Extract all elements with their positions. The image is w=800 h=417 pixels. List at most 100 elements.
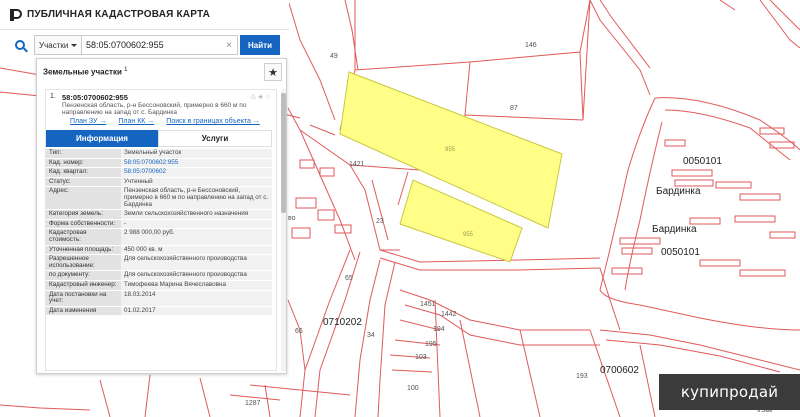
map-label-66: 66	[295, 328, 303, 335]
attribute-value[interactable]: 58:05:0700602:955	[121, 158, 272, 168]
attribute-row: Форма собственности: -	[46, 219, 272, 230]
results-count: 1	[124, 67, 128, 74]
attribute-key: Форма собственности:	[46, 219, 121, 229]
tab-information[interactable]: Информация	[46, 130, 158, 147]
map-label-0050101a: 0050101	[683, 156, 722, 167]
attribute-key: Тип:	[46, 149, 121, 158]
kupiprodai-watermark: купипродай	[659, 374, 800, 410]
map-label-194: 194	[433, 326, 445, 333]
attribute-value: Земли сельскохозяйственного назначения	[121, 210, 272, 219]
attribute-row: Разрешенное использование: Для сельскохоз…	[46, 255, 272, 272]
star-icon: ★	[268, 66, 278, 79]
attribute-value[interactable]: 58:05:0700602	[121, 168, 272, 177]
result-links: План ЗУ → План КК → Поиск в границах объ…	[46, 118, 276, 125]
attributes-table: Тип: Земельный участок Кад. номер: 58:05:07…	[46, 149, 272, 317]
map-label-1287: 1287	[245, 400, 261, 407]
attribute-key: Разрешенное использование:	[46, 255, 121, 271]
map-label-100: 100	[407, 385, 419, 392]
attribute-value: 18.03.2014	[121, 290, 272, 306]
attribute-key: Категория земель:	[46, 210, 121, 219]
result-tools-icons[interactable]: ⚠★☆	[250, 93, 272, 102]
map-label-49: 49	[330, 53, 338, 60]
attribute-key: по документу:	[46, 271, 121, 280]
results-panel: Земельные участки 1 ★ 1. 58:05:0700602:9…	[36, 58, 287, 374]
search-toggle-button[interactable]	[6, 34, 34, 56]
result-header: 1. 58:05:0700602:955 ⚠★☆	[46, 90, 276, 102]
attribute-value: Для сельскохозяйственного производства	[121, 255, 272, 271]
search-type-label: Участки	[39, 40, 69, 50]
map-label-87: 87	[510, 105, 518, 112]
map-label-34: 34	[367, 332, 375, 339]
attribute-row: Кадастровая стоимость: 2 988 000,00 руб.	[46, 229, 272, 246]
attribute-row: Дата изменения 01.02.2017	[46, 306, 272, 317]
attribute-row: Категория земель: Земли сельскохозяйствен…	[46, 210, 272, 220]
map-label-23: 23	[376, 218, 384, 225]
scrollbar-thumb[interactable]	[281, 93, 286, 213]
attribute-key: Кад. номер:	[46, 158, 121, 168]
map-label-0050101b: 0050101	[661, 247, 700, 258]
attribute-value: 01.02.2017	[121, 306, 272, 316]
map-label-65: 65	[345, 275, 353, 282]
map-label-195: 195	[425, 341, 437, 348]
panel-title-text: Земельные участки	[43, 67, 122, 77]
attribute-value: 2 988 000,00 руб.	[121, 229, 272, 245]
result-tabs: Информация Услуги	[46, 130, 272, 147]
favorite-button[interactable]: ★	[264, 63, 282, 81]
attribute-key: Статус:	[46, 177, 121, 187]
map-label-146: 146	[525, 42, 537, 49]
attribute-value: Тимофеева Марина Вячеславовна	[121, 280, 272, 290]
map-label-bardinka-1: Бардинка	[656, 186, 701, 197]
map-label-1442: 1442	[441, 311, 457, 318]
result-address: Пензенская область, р-н Бессоновский, пр…	[62, 102, 247, 116]
result-cadastral-number[interactable]: 58:05:0700602:955	[62, 93, 128, 102]
search-bar: Участки × Найти	[6, 34, 287, 56]
map-label-0710202: 0710202	[323, 317, 362, 328]
attribute-value: Земельный участок	[121, 149, 272, 158]
map-scale: 9.3км	[757, 408, 773, 414]
map-label-193: 193	[576, 373, 588, 380]
result-card: 1. 58:05:0700602:955 ⚠★☆ Пензенская обла…	[45, 89, 277, 371]
link-search-in-bounds[interactable]: Поиск в границах объекта →	[166, 118, 260, 125]
clear-icon[interactable]: ×	[224, 35, 234, 55]
attribute-value: -	[121, 219, 272, 229]
attribute-key: Кадастровый инженер:	[46, 280, 121, 290]
link-plan-zu[interactable]: План ЗУ →	[70, 118, 106, 125]
attribute-row: Кад. квартал: 58:05:0700602	[46, 168, 272, 178]
attribute-value: 450 000 кв. м	[121, 245, 272, 255]
attribute-row: Кад. номер: 58:05:0700602:955	[46, 158, 272, 169]
attribute-row: Уточненная площадь: 450 000 кв. м	[46, 245, 272, 256]
attribute-value: Учтенный	[121, 177, 272, 187]
app-title: ПУБЛИЧНАЯ КАДАСТРОВАЯ КАРТА	[27, 9, 211, 20]
attribute-key: Уточненная площадь:	[46, 245, 121, 255]
map-label-bo: во	[288, 215, 296, 222]
attribute-row: Дата постановки на учет: 18.03.2014	[46, 290, 272, 307]
search-input[interactable]	[82, 35, 238, 55]
attribute-value: Пензенская область, р-н Бессоновский, пр…	[121, 187, 272, 210]
panel-scrollbar[interactable]	[281, 89, 286, 371]
attribute-key: Кад. квартал:	[46, 168, 121, 177]
map-label-0700602: 0700602	[600, 365, 639, 376]
map-label-955b: 955	[463, 232, 474, 238]
map-label-bardinka-2: Бардинка	[652, 224, 697, 235]
attribute-row: Статус: Учтенный	[46, 177, 272, 188]
map-label-103: 103	[415, 354, 427, 361]
chevron-down-icon	[71, 43, 78, 47]
map-label-955a: 955	[445, 147, 456, 153]
search-icon	[15, 40, 25, 50]
panel-title: Земельные участки 1	[43, 67, 127, 77]
attribute-row: Тип: Земельный участок	[46, 149, 272, 159]
attribute-row: по документу: Для сельскохозяйственного п…	[46, 271, 272, 281]
tab-services[interactable]: Услуги	[158, 130, 272, 147]
app-header: ПУБЛИЧНАЯ КАДАСТРОВАЯ КАРТА	[0, 0, 289, 30]
panel-header: Земельные участки 1 ★	[37, 59, 286, 85]
find-button[interactable]: Найти	[240, 35, 280, 55]
link-plan-kk[interactable]: План КК →	[118, 118, 154, 125]
pkk-logo-icon	[8, 8, 22, 22]
search-type-select[interactable]: Участки	[34, 35, 82, 55]
attribute-key: Дата постановки на учет:	[46, 290, 121, 306]
map-label-1421: 1421	[349, 161, 365, 168]
attribute-key: Дата изменения	[46, 306, 121, 316]
attribute-row: Адрес: Пензенская область, р-н Бессоновск…	[46, 187, 272, 211]
attribute-key: Кадастровая стоимость:	[46, 229, 121, 245]
result-index: 1.	[50, 93, 56, 100]
